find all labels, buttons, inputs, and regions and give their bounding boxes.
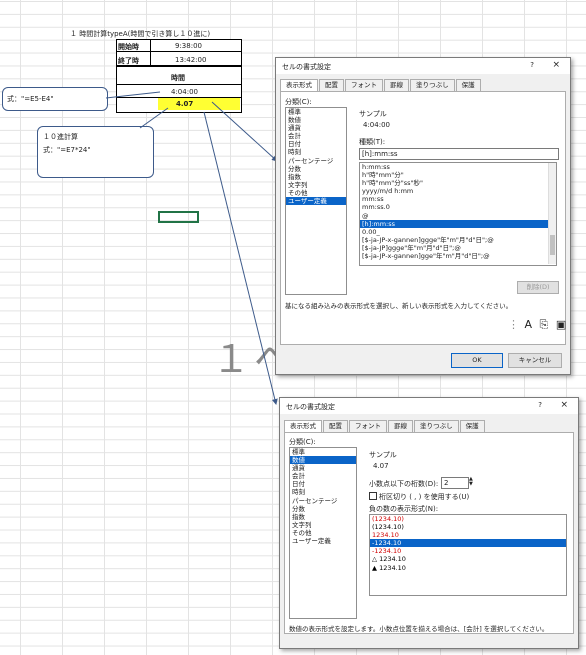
dialog1-cancel-button[interactable]: キャンセル <box>508 353 562 368</box>
dialog1-category-item[interactable]: 分数 <box>286 165 346 173</box>
dialog1-format-item[interactable]: h"時"mm"分" <box>360 171 556 179</box>
dialog2-tab-border[interactable]: 罫線 <box>388 420 413 432</box>
dialog1-format-item[interactable]: [h]:mm:ss <box>360 219 556 228</box>
dialog1-category-item[interactable]: 標準 <box>286 108 346 116</box>
quick-actions-bar: ⋮ A ⎘ ▣ <box>508 318 566 332</box>
dialog1-type-label: 種類(T): <box>359 138 386 146</box>
dialog2-title: セルの書式設定 <box>286 403 335 411</box>
dialog2-category-item[interactable]: パーセンテージ <box>290 497 356 505</box>
dialog1-close-button[interactable]: × <box>552 60 560 70</box>
dialog1-category-list[interactable]: 標準 数値 通貨 会計 日付 時刻 パーセンテージ 分数 指数 文字列 その他 ユーザー定義 <box>285 107 347 295</box>
format-cells-dialog-2: セルの書式設定 ? × 表示形式 配置 フォント 罫線 塗りつぶし 保護 分類(… <box>279 397 579 649</box>
dialog2-tab-font[interactable]: フォント <box>349 420 387 432</box>
dialog1-category-item[interactable]: ユーザー定義 <box>286 197 346 206</box>
dialog2-negative-item[interactable]: (1234.10) <box>370 523 566 531</box>
dialog2-tabs: 表示形式 配置 フォント 罫線 塗りつぶし 保護 <box>284 420 486 433</box>
dialog1-tab-font[interactable]: フォント <box>345 79 383 91</box>
dialog2-tab-fill[interactable]: 塗りつぶし <box>414 420 459 432</box>
dialog1-tab-border[interactable]: 罫線 <box>384 79 409 91</box>
dialog2-thousands-label: 桁区切り ( , ) を使用する(U) <box>379 493 470 501</box>
dialog2-category-item[interactable]: ユーザー定義 <box>290 537 356 545</box>
dialog2-negative-item[interactable]: ▲ 1234.10 <box>370 564 566 572</box>
dialog1-format-item[interactable]: [$-ja-JP-x-gannen]ggge"年"m"月"d"日";@ <box>360 236 556 244</box>
dialog2-panel: 分類(C): 標準 数値 通貨 会計 日付 時刻 パーセンテージ 分数 指数 文字列 その他 ユーザー… <box>284 432 574 634</box>
dialog1-ok-button[interactable]: OK <box>451 353 503 368</box>
dialog1-description: 基になる組み込みの表示形式を選択し、新しい表示形式を入力してください。 <box>285 302 513 310</box>
dialog2-negative-item[interactable]: △ 1234.10 <box>370 555 566 563</box>
dialog1-format-item[interactable]: @ <box>360 212 556 220</box>
dialog1-format-item[interactable]: h"時"mm"分"ss"秒" <box>360 179 556 187</box>
dialog1-category-label: 分類(C): <box>285 98 312 106</box>
dialog2-category-item[interactable]: 指数 <box>290 513 356 521</box>
dialog1-type-input[interactable]: [h]:mm:ss <box>359 148 559 160</box>
dialog2-sample-label: サンプル <box>369 451 397 459</box>
dialog2-negative-item[interactable]: 1234.10 <box>370 531 566 539</box>
clipboard-icon[interactable]: ▣ <box>556 318 566 331</box>
dialog2-negative-label: 負の数の表示形式(N): <box>369 505 439 513</box>
dialog2-sample-value: 4.07 <box>373 462 389 470</box>
dialog1-delete-button[interactable]: 削除(D) <box>517 281 559 294</box>
dialog1-format-item[interactable]: [$-ja-JP]ggge"年"m"月"d"日";@ <box>360 244 556 252</box>
font-a-icon[interactable]: A <box>525 318 533 331</box>
dialog2-category-label: 分類(C): <box>289 438 316 446</box>
decimals-spinner-icon[interactable]: ▲ ▼ <box>469 477 473 487</box>
dialog2-help-button[interactable]: ? <box>538 401 542 409</box>
dialog2-description: 数値の表示形式を設定します。小数点位置を揃える場合は、[会計] を選択してくださ… <box>289 625 549 633</box>
dialog2-tab-protection[interactable]: 保護 <box>459 420 485 432</box>
dialog1-sample-label: サンプル <box>359 110 387 118</box>
dialog2-thousands-checkbox[interactable] <box>369 492 377 500</box>
dialog2-negative-list[interactable]: (1234.10) (1234.10) 1234.10 -1234.10 -1234.1… <box>369 514 567 596</box>
format-cells-dialog-1: セルの書式設定 ? × 表示形式 配置 フォント 罫線 塗りつぶし 保護 分類(… <box>275 57 571 375</box>
dialog1-format-item[interactable]: yyyy/m/d h:mm <box>360 187 556 195</box>
dialog1-panel: 分類(C): 標準 数値 通貨 会計 日付 時刻 パーセンテージ 分数 指数 文字列 その他 ユーザー… <box>280 91 566 345</box>
dialog1-category-item[interactable]: パーセンテージ <box>286 157 346 165</box>
dialog1-category-item[interactable]: 指数 <box>286 173 346 181</box>
dialog2-tab-alignment[interactable]: 配置 <box>323 420 348 432</box>
dialog1-tab-alignment[interactable]: 配置 <box>319 79 344 91</box>
dialog1-format-scrollbar[interactable] <box>548 163 556 264</box>
dialog1-format-item[interactable]: mm:ss <box>360 195 556 203</box>
dialog1-category-item[interactable]: 数値 <box>286 116 346 124</box>
dialog2-negative-item[interactable]: -1234.10 <box>370 547 566 555</box>
dialog1-format-list[interactable]: h:mm:ss h"時"mm"分" h"時"mm"分"ss"秒" yyyy/m/d h… <box>359 162 557 266</box>
dialog2-category-item[interactable]: 文字列 <box>290 521 356 529</box>
dialog2-decimals-label: 小数点以下の桁数(D): <box>369 480 439 488</box>
dialog1-format-item[interactable]: h:mm:ss <box>360 163 556 171</box>
dialog2-negative-item[interactable]: (1234.10) <box>370 515 566 523</box>
dialog1-tab-protection[interactable]: 保護 <box>455 79 481 91</box>
dialog1-tab-fill[interactable]: 塗りつぶし <box>410 79 455 91</box>
format-painter-icon[interactable]: ⎘ <box>540 318 549 331</box>
dialog1-tabs: 表示形式 配置 フォント 罫線 塗りつぶし 保護 <box>280 79 482 92</box>
dialog2-category-item[interactable]: 数値 <box>290 456 356 465</box>
dialog1-help-button[interactable]: ? <box>530 61 534 69</box>
dialog2-negative-item[interactable]: -1234.10 <box>370 539 566 548</box>
dialog1-category-item[interactable]: 時刻 <box>286 148 346 156</box>
dialog2-category-item[interactable]: 分数 <box>290 505 356 513</box>
dialog1-format-item[interactable]: [$-ja-JP-x-gannen]gge"年"m"月"d"日";@ <box>360 252 556 260</box>
dialog2-category-item[interactable]: 時刻 <box>290 488 356 496</box>
dialog2-category-item[interactable]: その他 <box>290 529 356 537</box>
dialog1-sample-value: 4:04:00 <box>363 121 390 129</box>
dialog2-category-list[interactable]: 標準 数値 通貨 会計 日付 時刻 パーセンテージ 分数 指数 文字列 その他 ユーザー定義 <box>289 447 357 619</box>
dialog1-category-item[interactable]: その他 <box>286 189 346 197</box>
dialog2-decimals-input[interactable]: 2 <box>441 477 469 489</box>
dialog2-category-item[interactable]: 標準 <box>290 448 356 456</box>
dialog1-format-item[interactable]: mm:ss.0 <box>360 203 556 211</box>
dialog1-title: セルの書式設定 <box>282 63 331 71</box>
dialog2-close-button[interactable]: × <box>560 400 568 410</box>
drag-icon: ⋮ <box>508 318 519 331</box>
dialog1-category-item[interactable]: 文字列 <box>286 181 346 189</box>
dialog1-format-item[interactable]: 0.00_ <box>360 228 556 236</box>
